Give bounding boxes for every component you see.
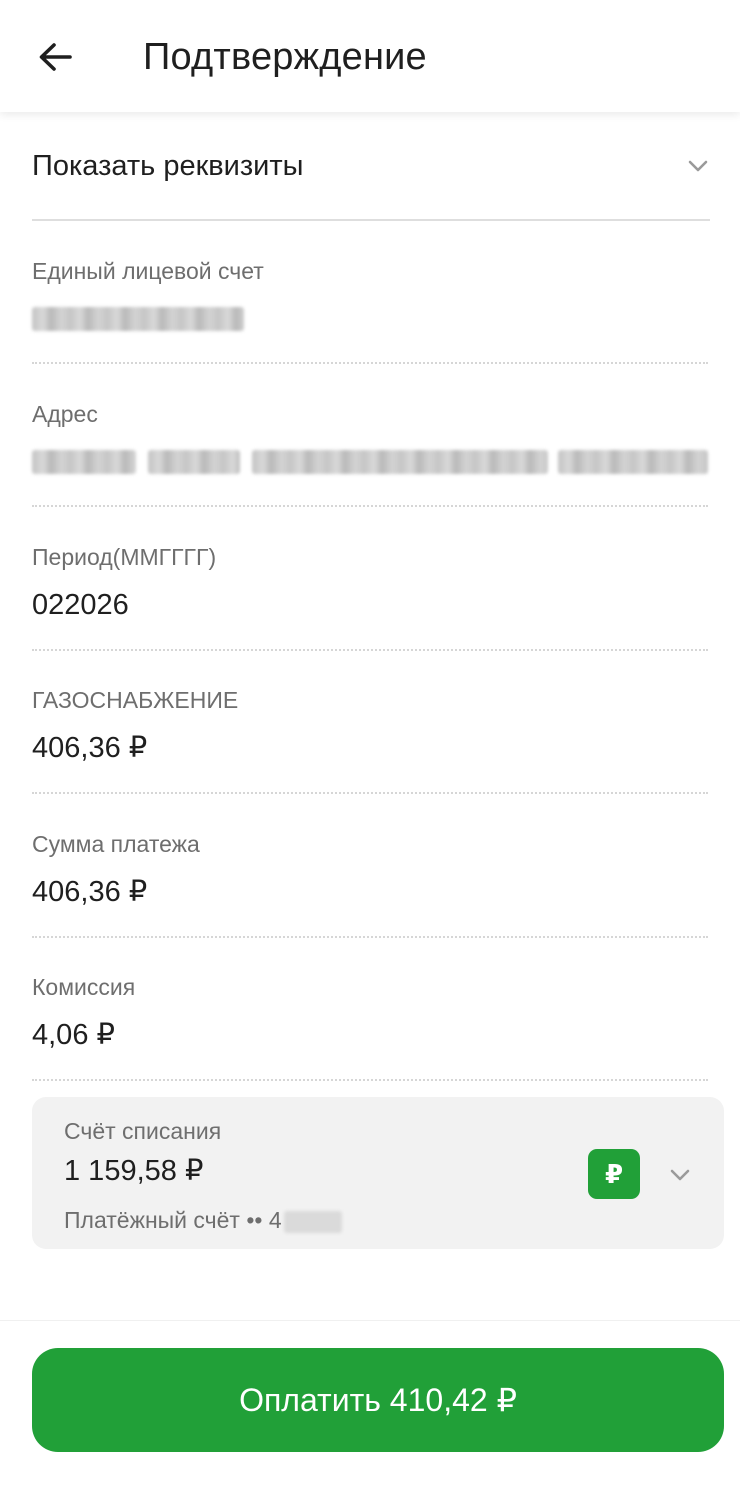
field-label: ГАЗОСНАБЖЕНИЕ	[32, 687, 239, 713]
debit-account-name: Платёжный счёт •• 4	[64, 1205, 342, 1235]
debit-account-name-text: Платёжный счёт •• 4	[64, 1207, 282, 1233]
field-value: 406,36 ₽	[32, 732, 148, 764]
field-label: Сумма платежа	[32, 831, 200, 857]
dotted-divider	[32, 505, 708, 507]
arrow-left-icon	[39, 43, 72, 71]
debit-account-selector[interactable]: Счёт списания 1 159,58 ₽ Платёжный счёт …	[32, 1097, 724, 1249]
masked-account-digits	[283, 1210, 342, 1233]
top-app-bar: Подтверждение	[0, 0, 740, 112]
field-label: Адрес	[32, 401, 98, 427]
debit-account-label: Счёт списания	[64, 1118, 222, 1144]
dotted-divider	[32, 649, 708, 651]
bottom-divider	[0, 1320, 740, 1321]
dotted-divider	[32, 936, 708, 938]
field-value: 022026	[32, 589, 129, 621]
show-details-label: Показать реквизиты	[32, 150, 304, 182]
pay-button[interactable]: Оплатить 410,42 ₽	[32, 1348, 724, 1452]
page-title: Подтверждение	[143, 36, 427, 78]
field-value: 406,36 ₽	[32, 876, 148, 908]
chevron-down-icon	[670, 1169, 690, 1181]
ruble-icon: ₽	[588, 1149, 640, 1199]
debit-account-balance: 1 159,58 ₽	[64, 1155, 204, 1187]
field-value: 4,06 ₽	[32, 1019, 115, 1051]
field-label: Комиссия	[32, 974, 136, 1000]
show-details-toggle[interactable]: Показать реквизиты	[32, 112, 710, 221]
pay-button-label: Оплатить 410,42 ₽	[239, 1382, 517, 1418]
chevron-down-icon	[688, 160, 708, 172]
dotted-divider	[32, 1079, 708, 1081]
field-label: Единый лицевой счет	[32, 258, 264, 284]
dotted-divider	[32, 792, 708, 794]
field-label: Период(ММГГГГ)	[32, 544, 217, 570]
back-button[interactable]	[22, 24, 88, 90]
dotted-divider	[32, 362, 708, 364]
